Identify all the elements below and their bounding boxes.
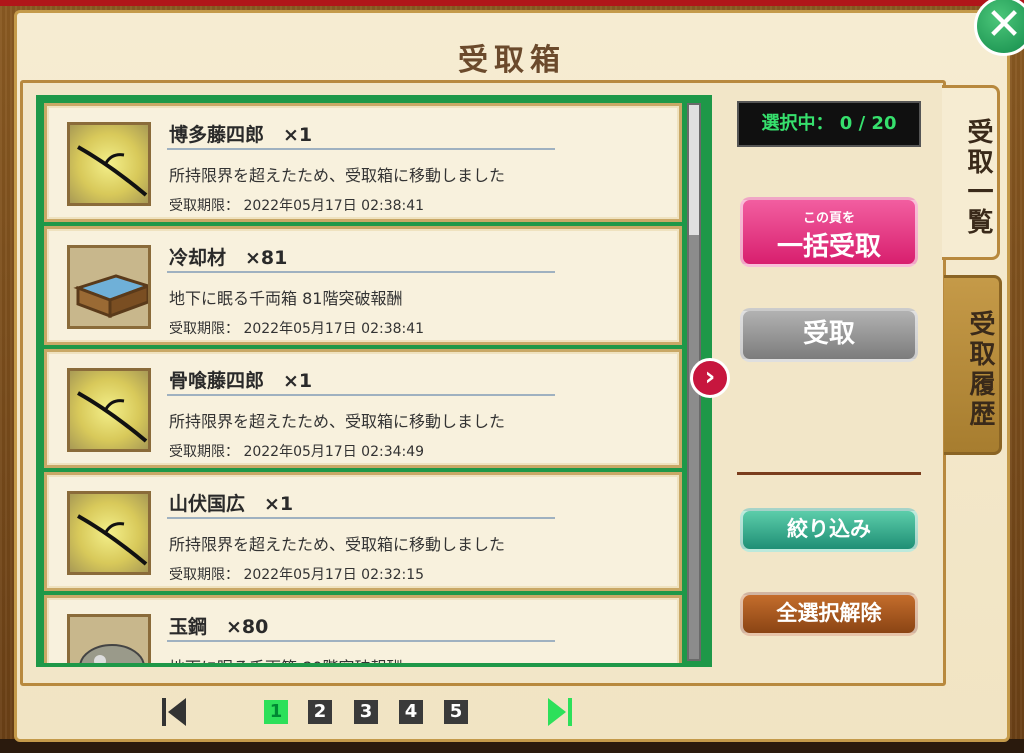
item-expiry: 受取期限： 2022年05月17日 02:38:41 bbox=[169, 198, 425, 214]
first-page-icon[interactable] bbox=[160, 696, 188, 728]
tab-receive-history[interactable]: 受取履歴 bbox=[944, 275, 1002, 455]
side-divider bbox=[737, 472, 921, 475]
item-divider bbox=[167, 271, 555, 273]
bulk-receive-sublabel: この頁を bbox=[802, 211, 855, 226]
item-divider bbox=[167, 640, 555, 642]
coolant-box-icon bbox=[67, 245, 151, 329]
last-page-icon[interactable] bbox=[546, 696, 574, 728]
steel-ore-icon bbox=[67, 614, 151, 663]
next-arrow-icon[interactable]: › bbox=[690, 358, 730, 398]
item-divider bbox=[167, 148, 555, 150]
selection-counter: 選択中： 0 / 20 bbox=[737, 101, 921, 147]
list-item[interactable]: 博多藤四郎 ×1 所持限界を超えたため、受取箱に移動しました 受取期限： 202… bbox=[44, 103, 682, 222]
item-name: 山伏国広 ×1 bbox=[169, 493, 294, 515]
item-name: 骨喰藤四郎 ×1 bbox=[169, 370, 313, 392]
item-name: 博多藤四郎 ×1 bbox=[169, 124, 313, 146]
item-name: 冷却材 ×81 bbox=[169, 247, 288, 269]
page-number[interactable]: 3 bbox=[354, 700, 378, 724]
sword-icon bbox=[67, 368, 151, 452]
item-description: 地下に眠る千両箱 80階突破報酬 bbox=[169, 654, 402, 663]
item-divider bbox=[167, 517, 555, 519]
frame-top-strip bbox=[0, 0, 1024, 6]
deselect-all-button[interactable]: 全選択解除 bbox=[740, 592, 918, 636]
item-list: 博多藤四郎 ×1 所持限界を超えたため、受取箱に移動しました 受取期限： 202… bbox=[36, 95, 712, 667]
item-name: 玉鋼 ×80 bbox=[169, 616, 269, 638]
list-item[interactable]: 骨喰藤四郎 ×1 所持限界を超えたため、受取箱に移動しました 受取期限： 202… bbox=[44, 349, 682, 468]
list-item[interactable]: 玉鋼 ×80 地下に眠る千両箱 80階突破報酬 bbox=[44, 595, 682, 663]
item-expiry: 受取期限： 2022年05月17日 02:38:41 bbox=[169, 321, 425, 337]
page-number[interactable]: 4 bbox=[399, 700, 423, 724]
sword-icon bbox=[67, 122, 151, 206]
scrollbar-thumb[interactable] bbox=[689, 105, 699, 235]
item-divider bbox=[167, 394, 555, 396]
pagination: 1 2 3 4 5 bbox=[0, 692, 1024, 732]
page-number[interactable]: 2 bbox=[308, 700, 332, 724]
page-number[interactable]: 1 bbox=[264, 700, 288, 724]
item-description: 所持限界を超えたため、受取箱に移動しました bbox=[169, 535, 506, 554]
receive-button[interactable]: 受取 bbox=[740, 308, 918, 362]
page-number[interactable]: 5 bbox=[444, 700, 468, 724]
item-description: 地下に眠る千両箱 81階突破報酬 bbox=[169, 289, 403, 308]
item-description: 所持限界を超えたため、受取箱に移動しました bbox=[169, 412, 506, 431]
bulk-receive-label: 一括受取 bbox=[776, 232, 881, 262]
filter-button[interactable]: 絞り込み bbox=[740, 508, 918, 552]
item-expiry: 受取期限： 2022年05月17日 02:32:15 bbox=[169, 567, 425, 583]
list-item[interactable]: 山伏国広 ×1 所持限界を超えたため、受取箱に移動しました 受取期限： 2022… bbox=[44, 472, 682, 591]
sword-icon bbox=[67, 491, 151, 575]
list-item[interactable]: 冷却材 ×81 地下に眠る千両箱 81階突破報酬 受取期限： 2022年05月1… bbox=[44, 226, 682, 345]
tab-receive-list[interactable]: 受取一覧 bbox=[942, 85, 1000, 260]
bulk-receive-button[interactable]: この頁を 一括受取 bbox=[740, 197, 918, 267]
item-description: 所持限界を超えたため、受取箱に移動しました bbox=[169, 166, 506, 185]
window-title: 受取箱 bbox=[458, 43, 566, 78]
item-expiry: 受取期限： 2022年05月17日 02:34:49 bbox=[169, 444, 425, 460]
